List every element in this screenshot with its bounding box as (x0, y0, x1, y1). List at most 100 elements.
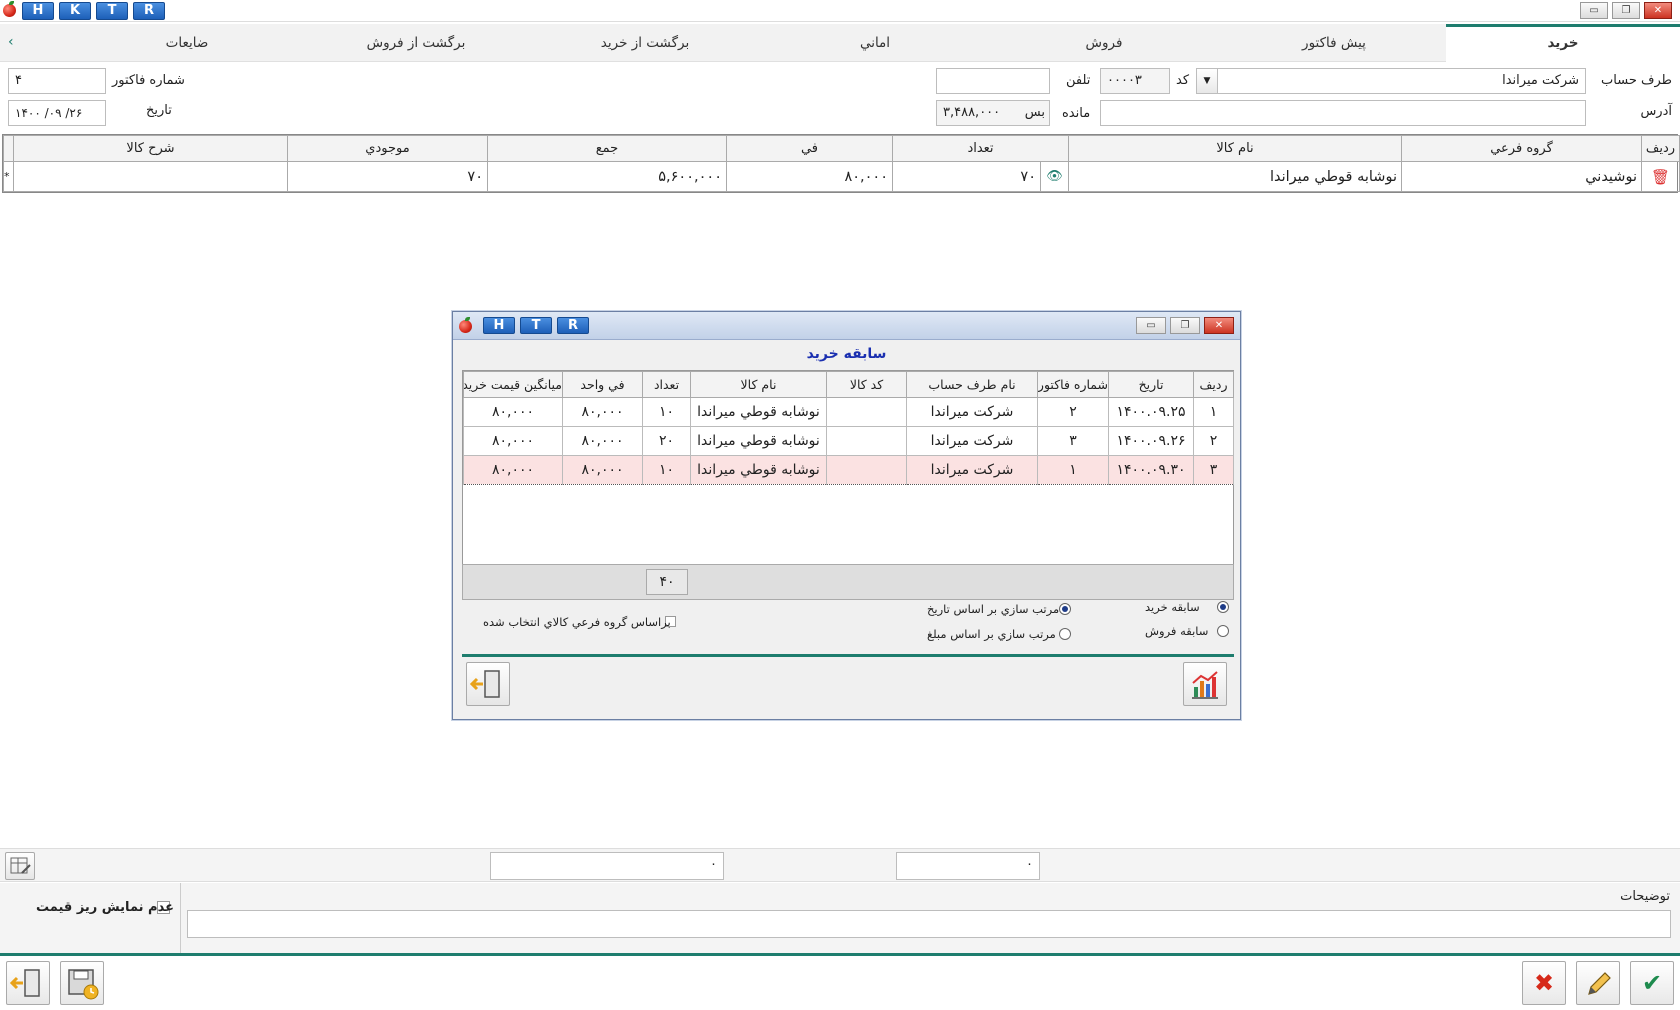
balance-suffix: بس (1024, 105, 1045, 120)
history-grid-footer: ۴۰ (462, 564, 1234, 600)
table-row[interactable]: * ۷۰ ۵,۶۰۰,۰۰۰ ۸۰,۰۰۰ ۷۰ 👁 نوشابه قوطي م… (3, 161, 1680, 192)
hist-cell-row: ۲ (1193, 426, 1234, 456)
dialog-restore-button[interactable]: ❐ (1170, 317, 1200, 334)
hist-cell-qty: ۱۰ (642, 455, 691, 485)
col-price[interactable]: في (726, 135, 893, 162)
hide-price-detail-label: عدم نمايش ريز قيمت (36, 900, 174, 915)
invoice-items-grid: شرح کالا موجودي جمع في تعداد نام کالا گر… (2, 134, 1680, 193)
tab-proforma[interactable]: پیش فاکتور (1222, 24, 1446, 62)
hist-cell-invoice: ۳ (1037, 426, 1109, 456)
account-dropdown-chevron-down-icon[interactable]: ▼ (1196, 68, 1218, 94)
col-description[interactable]: شرح کالا (13, 135, 288, 162)
dialog-close-button[interactable]: ✕ (1204, 317, 1234, 334)
dialog-hotkey-h-button[interactable]: H (483, 317, 515, 334)
cell-quantity[interactable]: ۷۰ (892, 161, 1041, 192)
summary-edit-button[interactable] (5, 852, 35, 880)
summary-left-field: ۰ (490, 852, 724, 880)
tab-purchase[interactable]: خرید (1446, 24, 1680, 62)
hist-cell-date: ۱۴۰۰.۰۹.۳۰ (1108, 455, 1194, 485)
hotkey-t-button[interactable]: T (96, 2, 128, 20)
tab-sales[interactable]: فروش (1000, 24, 1208, 62)
col-subgroup[interactable]: گروه فرعي (1401, 135, 1642, 162)
hist-col-avg-price[interactable]: ميانگين قيمت خريد (463, 371, 563, 398)
hotkey-k-button[interactable]: K (59, 2, 91, 20)
sales-history-radio[interactable] (1217, 625, 1229, 637)
notes-area: توضیحات عدم نمايش ريز قيمت (0, 883, 1680, 953)
hist-col-date[interactable]: تاريخ (1108, 371, 1194, 398)
invoice-number-label: شماره فاکتور (112, 73, 185, 88)
dialog-exit-button[interactable] (466, 662, 510, 706)
restore-button[interactable]: ❐ (1612, 2, 1640, 19)
new-row-marker: * (3, 161, 14, 192)
pencil-icon (1588, 972, 1611, 995)
hist-col-account[interactable]: نام طرف حساب (906, 371, 1038, 398)
edit-button[interactable] (1576, 961, 1620, 1005)
summary-right-field: ۰ (896, 852, 1040, 880)
hist-col-unit-price[interactable]: في واحد (562, 371, 643, 398)
hist-col-invoice[interactable]: شماره فاکتور (1037, 371, 1109, 398)
dialog-minimize-button[interactable]: ▭ (1136, 317, 1166, 334)
hist-cell-code (826, 426, 907, 456)
dialog-titlebar[interactable]: H T R ▭ ❐ ✕ (453, 312, 1240, 340)
phone-field[interactable] (936, 68, 1050, 94)
hist-col-product[interactable]: نام کالا (690, 371, 827, 398)
sort-by-date-radio[interactable] (1059, 603, 1071, 615)
cell-stock[interactable]: ۷۰ (287, 161, 488, 192)
col-row-number[interactable]: رديف (1641, 135, 1680, 162)
balance-field: ۳,۴۸۸,۰۰۰ بس (936, 100, 1050, 126)
hotkey-r-button[interactable]: R (133, 2, 165, 20)
code-label: کد (1176, 73, 1190, 88)
date-field[interactable]: ۱۴۰۰ /۰۹ /۲۶ (8, 100, 106, 126)
table-row-selected[interactable]: ۳ ۱۴۰۰.۰۹.۳۰ ۱ شرکت ميراندا نوشابه قوطي … (463, 455, 1234, 485)
close-button[interactable]: ✕ (1644, 2, 1672, 19)
sort-by-amount-label: مرتب سازي بر اساس مبلغ (927, 627, 1056, 641)
dialog-hotkey-t-button[interactable]: T (520, 317, 552, 334)
table-row[interactable]: ۱ ۱۴۰۰.۰۹.۲۵ ۲ شرکت ميراندا نوشابه قوطي … (463, 397, 1234, 427)
hotkey-h-button[interactable]: H (22, 2, 54, 20)
cell-subgroup[interactable]: نوشيدني (1401, 161, 1642, 192)
dialog-title: سابقه خرید (806, 346, 887, 362)
cell-description[interactable] (13, 161, 288, 192)
save-clock-icon (68, 969, 99, 1000)
col-product[interactable]: نام کالا (1068, 135, 1402, 162)
tab-waste[interactable]: ضایعات (112, 24, 262, 62)
table-row[interactable]: ۲ ۱۴۰۰.۰۹.۲۶ ۳ شرکت ميراندا نوشابه قوطي … (463, 426, 1234, 456)
cell-price[interactable]: ۸۰,۰۰۰ (726, 161, 893, 192)
tab-sales-return[interactable]: برگشت از فروش (316, 24, 516, 62)
cancel-button[interactable]: ✖ (1522, 961, 1566, 1005)
col-stock[interactable]: موجودي (287, 135, 488, 162)
eye-icon[interactable]: 👁 (1040, 161, 1069, 192)
exit-button[interactable] (6, 961, 50, 1005)
tab-purchase-return[interactable]: برگشت از خرید (545, 24, 745, 62)
confirm-button[interactable]: ✔ (1630, 961, 1674, 1005)
hist-cell-invoice: ۱ (1037, 455, 1109, 485)
dialog-hotkey-r-button[interactable]: R (557, 317, 589, 334)
hist-col-code[interactable]: کد کالا (826, 371, 907, 398)
hist-col-row[interactable]: رديف (1193, 371, 1234, 398)
minimize-button[interactable]: ▭ (1580, 2, 1608, 19)
tabs-scroll-arrow-icon[interactable]: ‹ (8, 34, 14, 50)
notes-field[interactable] (187, 910, 1671, 938)
hist-col-qty[interactable]: تعداد (642, 371, 691, 398)
col-total[interactable]: جمع (487, 135, 727, 162)
cell-total[interactable]: ۵,۶۰۰,۰۰۰ (487, 161, 727, 192)
invoice-number-field[interactable]: ۴ (8, 68, 106, 94)
hist-cell-account: شرکت ميراندا (906, 426, 1038, 456)
save-draft-button[interactable] (60, 961, 104, 1005)
app-logo-icon (3, 1, 16, 17)
purchase-history-radio[interactable] (1217, 601, 1229, 613)
table-edit-icon (10, 857, 31, 874)
cell-product[interactable]: نوشابه قوطي ميراندا (1068, 161, 1402, 192)
hist-cell-product: نوشابه قوطي ميراندا (690, 397, 827, 427)
exit-door-icon (469, 670, 500, 698)
col-quantity[interactable]: تعداد (892, 135, 1069, 162)
sort-by-amount-radio[interactable] (1059, 628, 1071, 640)
tab-consignment[interactable]: اماني (780, 24, 970, 62)
code-field[interactable]: ۰۰۰۰۳ (1100, 68, 1170, 94)
trash-icon[interactable]: 🗑 (1641, 161, 1680, 192)
hist-cell-product: نوشابه قوطي ميراندا (690, 455, 827, 485)
address-field[interactable] (1100, 100, 1586, 126)
account-field[interactable]: شرکت ميراندا (1216, 68, 1586, 94)
sales-history-radio-label: سابقه فروش (1145, 624, 1209, 638)
dialog-chart-button[interactable] (1183, 662, 1227, 706)
